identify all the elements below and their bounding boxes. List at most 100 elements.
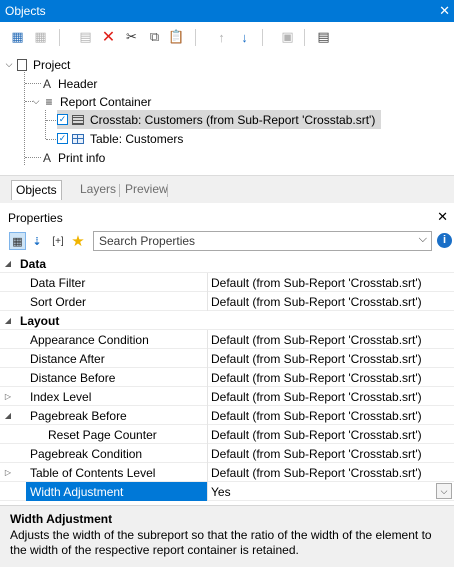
property-value[interactable]: Default (from Sub-Report 'Crosstab.srt') xyxy=(211,333,422,347)
cut-icon[interactable]: ✂ xyxy=(123,29,140,45)
chevron-down-icon[interactable]: ⌵ xyxy=(436,483,452,499)
paste-icon[interactable]: 📋 xyxy=(168,29,185,45)
tree-node-label: Report Container xyxy=(60,94,152,109)
tree-node-print-info[interactable]: A Print info xyxy=(42,148,105,167)
row-gutter xyxy=(0,425,16,444)
property-name: Width Adjustment xyxy=(30,485,124,499)
tree-node-label: Print info xyxy=(58,150,106,165)
close-icon[interactable]: ✕ xyxy=(437,209,448,225)
chevron-down-icon[interactable]: ⌵ xyxy=(3,59,15,70)
window-title: Objects xyxy=(5,4,46,18)
row-gutter xyxy=(0,349,16,368)
tree-node-table[interactable]: ✓ Table: Customers xyxy=(57,129,183,148)
tree-connector xyxy=(25,157,41,158)
project-page-icon xyxy=(17,58,27,71)
property-row[interactable]: Reset Page Counter Default (from Sub-Repo… xyxy=(0,425,454,444)
property-row[interactable]: Pagebreak Condition Default (from Sub-Rep… xyxy=(0,444,454,463)
tab-objects[interactable]: Objects xyxy=(11,180,62,200)
property-value[interactable]: Default (from Sub-Report 'Crosstab.srt') xyxy=(211,466,422,480)
column-divider xyxy=(207,482,208,501)
chevron-right-icon[interactable]: ▷ xyxy=(0,463,16,482)
tab-preview[interactable]: Preview xyxy=(121,180,172,200)
toolbar-separator xyxy=(59,29,60,46)
property-row[interactable]: ▷ Index Level Default (from Sub-Report 'Cr… xyxy=(0,387,454,406)
favorites-star-icon[interactable]: ★ xyxy=(69,232,87,250)
expand-all-icon[interactable]: [+] xyxy=(48,232,68,250)
checkbox-checked-icon[interactable]: ✓ xyxy=(57,133,68,144)
property-row[interactable]: Distance Before Default (from Sub-Report … xyxy=(0,368,454,387)
property-value[interactable]: Default (from Sub-Report 'Crosstab.srt') xyxy=(211,295,422,309)
row-gutter xyxy=(0,368,16,387)
tree-node-report-container[interactable]: ⌵ ≡ Report Container xyxy=(30,92,152,111)
tree-node-project[interactable]: ⌵ Project xyxy=(3,55,71,74)
new-container-icon[interactable]: ▦ xyxy=(32,29,49,45)
column-divider xyxy=(207,387,208,406)
column-divider xyxy=(207,292,208,311)
move-up-icon[interactable]: ↑ xyxy=(213,29,230,45)
property-row[interactable]: Sort Order Default (from Sub-Report 'Cros… xyxy=(0,292,454,311)
property-value[interactable]: Default (from Sub-Report 'Crosstab.srt') xyxy=(211,390,422,404)
search-properties-field[interactable]: Search Properties ⌵ xyxy=(93,231,432,251)
property-row[interactable]: ▷ Table of Contents Level Default (from Su… xyxy=(0,463,454,482)
property-name: Appearance Condition xyxy=(30,333,149,347)
property-value[interactable]: Default (from Sub-Report 'Crosstab.srt') xyxy=(211,428,422,442)
description-text: Adjusts the width of the subreport so th… xyxy=(10,528,432,557)
column-divider xyxy=(207,273,208,292)
toolbar-separator xyxy=(304,29,305,46)
property-value[interactable]: Default (from Sub-Report 'Crosstab.srt') xyxy=(211,447,422,461)
info-icon[interactable]: i xyxy=(437,233,452,248)
move-down-icon[interactable]: ↓ xyxy=(236,29,253,45)
properties-title: Properties xyxy=(8,211,63,225)
column-divider xyxy=(207,444,208,463)
property-value[interactable]: Default (from Sub-Report 'Crosstab.srt') xyxy=(211,409,422,423)
chevron-right-icon[interactable]: ▷ xyxy=(0,387,16,406)
collapse-icon[interactable]: ◢ xyxy=(0,406,16,425)
new-element-icon[interactable]: ▦ xyxy=(9,29,26,45)
column-divider xyxy=(207,425,208,444)
crosstab-icon xyxy=(72,114,84,125)
text-a-icon: A xyxy=(42,76,51,91)
chevron-down-icon[interactable]: ⌵ xyxy=(30,96,42,107)
property-value[interactable]: Yes xyxy=(211,485,231,499)
property-row[interactable]: ◢ Pagebreak Before Default (from Sub-Repor… xyxy=(0,406,454,425)
list-icon: ≡ xyxy=(45,94,53,109)
checkbox-checked-icon[interactable]: ✓ xyxy=(57,114,68,125)
collapse-icon[interactable]: ◢ xyxy=(0,311,16,330)
collapse-icon[interactable]: ◢ xyxy=(0,254,16,273)
delete-icon[interactable]: ✕ xyxy=(100,29,117,46)
tab-layers[interactable]: Layers xyxy=(76,180,120,200)
row-gutter xyxy=(0,330,16,349)
sort-alphabetical-icon[interactable]: ⇣ xyxy=(28,232,46,250)
close-icon[interactable]: ✕ xyxy=(439,3,450,19)
tree-connector xyxy=(24,67,25,165)
table-icon xyxy=(72,133,84,144)
categorized-view-icon[interactable]: ▦ xyxy=(9,232,26,250)
toolbar-separator xyxy=(195,29,196,46)
property-row[interactable]: Appearance Condition Default (from Sub-Re… xyxy=(0,330,454,349)
toolbar-separator xyxy=(262,29,263,46)
tree-node-header[interactable]: A Header xyxy=(42,74,97,93)
property-value[interactable]: Default (from Sub-Report 'Crosstab.srt') xyxy=(211,276,422,290)
column-divider xyxy=(207,330,208,349)
tree-node-label: Header xyxy=(58,76,98,91)
property-row[interactable]: Data Filter Default (from Sub-Report 'Cro… xyxy=(0,273,454,292)
chevron-down-icon[interactable]: ⌵ xyxy=(419,233,427,246)
properties-icon[interactable]: ▤ xyxy=(77,29,94,45)
column-divider xyxy=(207,349,208,368)
layers-icon[interactable]: ▣ xyxy=(279,29,296,45)
property-category-row[interactable]: ◢ Data xyxy=(0,254,454,273)
tree-node-crosstab[interactable]: ✓ Crosstab: Customers (from Sub-Report '… xyxy=(57,110,382,129)
tree-connector xyxy=(46,139,56,140)
copy-icon[interactable]: ⧉ xyxy=(146,29,163,45)
tab-separator xyxy=(167,184,168,197)
properties-title-bar: Properties ✕ xyxy=(0,207,454,228)
tab-separator xyxy=(119,184,120,197)
property-value[interactable]: Default (from Sub-Report 'Crosstab.srt') xyxy=(211,371,422,385)
properties-toolbar: ▦ ⇣ [+] ★ Search Properties ⌵ i xyxy=(0,230,454,252)
property-row[interactable]: Width Adjustment Yes ⌵ xyxy=(0,482,454,501)
property-category-row[interactable]: ◢ Layout xyxy=(0,311,454,330)
property-value[interactable]: Default (from Sub-Report 'Crosstab.srt') xyxy=(211,352,422,366)
column-divider xyxy=(207,406,208,425)
report-icon[interactable]: ▤ xyxy=(315,29,332,45)
property-row[interactable]: Distance After Default (from Sub-Report '… xyxy=(0,349,454,368)
